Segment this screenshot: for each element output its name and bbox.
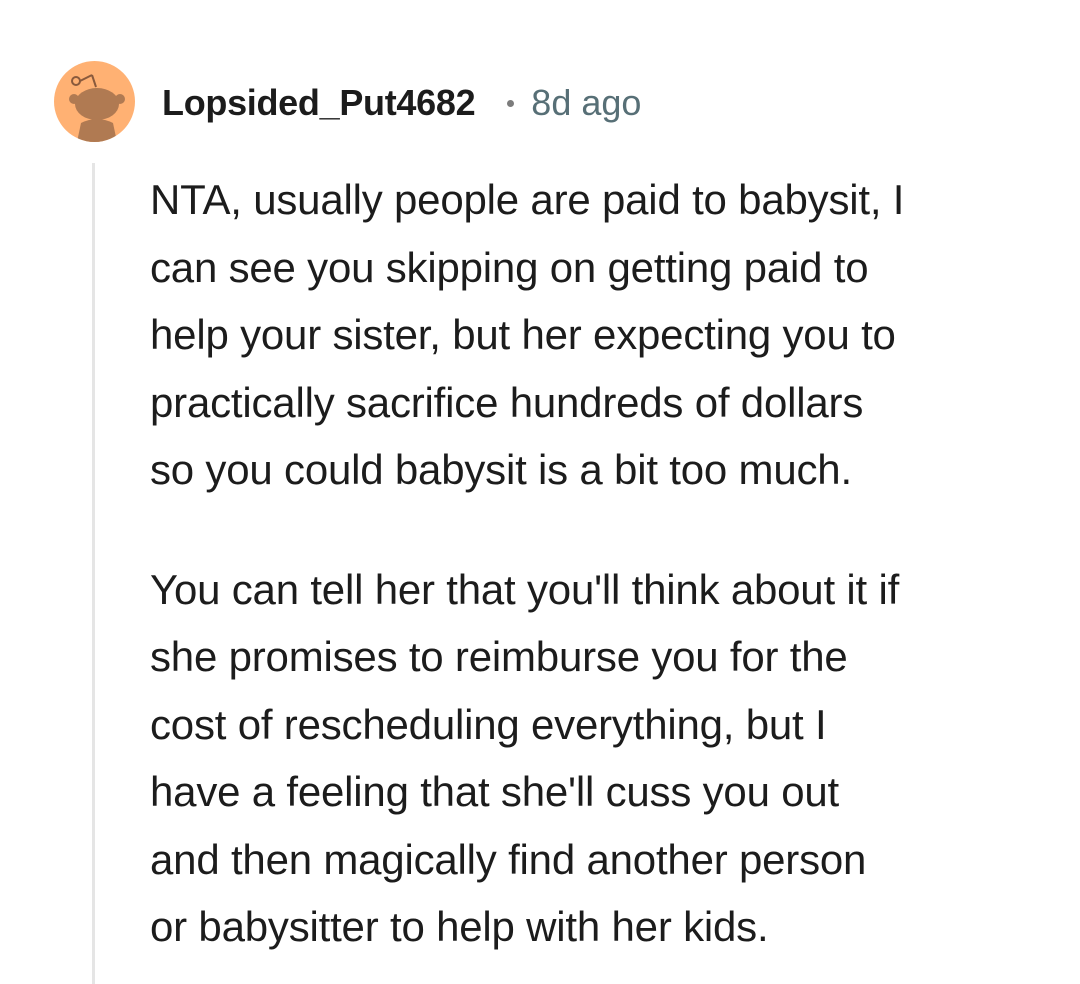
comment: Lopsided_Put4682 8d ago NTA, usually peo… [0,0,1080,984]
comment-body: NTA, usually people are paid to babysit,… [150,166,1050,961]
comment-header: Lopsided_Put4682 8d ago [162,78,641,128]
comment-paragraph: NTA, usually people are paid to babysit,… [150,176,905,493]
snoo-avatar-icon [69,74,125,142]
username-link[interactable]: Lopsided_Put4682 [162,82,476,124]
separator-dot [507,99,515,107]
comment-paragraph: You can tell her that you'll think about… [150,565,900,951]
avatar[interactable] [54,61,135,142]
thread-line[interactable] [92,163,95,984]
timestamp[interactable]: 8d ago [531,82,641,124]
